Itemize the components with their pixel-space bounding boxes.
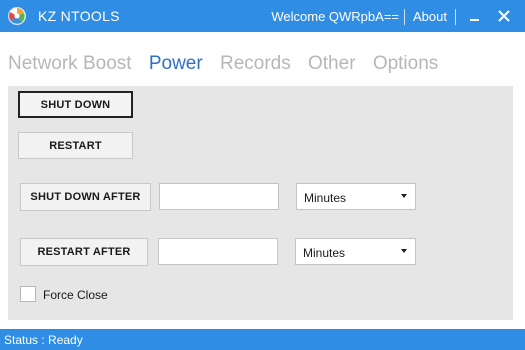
restart-after-input[interactable] [158, 238, 278, 265]
close-icon[interactable] [494, 6, 514, 26]
app-title: KZ NTOOLS [38, 8, 120, 24]
kz-ntools-logo-icon [8, 7, 26, 25]
shutdown-after-unit-select[interactable]: Minutes [296, 183, 416, 210]
shutdown-button[interactable]: SHUT DOWN [18, 91, 133, 118]
about-link[interactable]: About [413, 9, 447, 24]
shutdown-after-input[interactable] [159, 183, 279, 210]
chevron-down-icon [401, 249, 407, 253]
power-panel: SHUT DOWN RESTART SHUT DOWN AFTER Minute… [8, 86, 513, 320]
force-close-label: Force Close [43, 288, 108, 302]
tab-records[interactable]: Records [220, 53, 291, 75]
status-text: Status : Ready [4, 333, 83, 347]
chevron-down-icon [401, 194, 407, 198]
minimize-icon[interactable] [465, 6, 485, 26]
app-window: KZ NTOOLS Welcome QWRpbA== About Network… [0, 0, 525, 350]
tab-network-boost[interactable]: Network Boost [8, 53, 132, 75]
shutdown-after-button[interactable]: SHUT DOWN AFTER [20, 183, 151, 211]
title-divider [455, 9, 456, 25]
tab-options[interactable]: Options [373, 53, 438, 75]
restart-after-unit-select[interactable]: Minutes [295, 238, 416, 265]
tab-other[interactable]: Other [308, 53, 356, 75]
status-bar: Status : Ready [0, 329, 525, 350]
title-divider [404, 9, 405, 25]
restart-after-unit-value: Minutes [303, 246, 346, 260]
restart-button[interactable]: RESTART [18, 132, 133, 159]
welcome-text: Welcome QWRpbA== [271, 9, 399, 24]
tab-bar: Network Boost Power Records Other Option… [8, 53, 450, 77]
restart-after-button[interactable]: RESTART AFTER [20, 238, 148, 266]
force-close-checkbox[interactable] [20, 286, 36, 302]
title-bar[interactable]: KZ NTOOLS Welcome QWRpbA== About [0, 0, 525, 32]
shutdown-after-unit-value: Minutes [304, 191, 347, 205]
tab-power[interactable]: Power [149, 53, 203, 75]
